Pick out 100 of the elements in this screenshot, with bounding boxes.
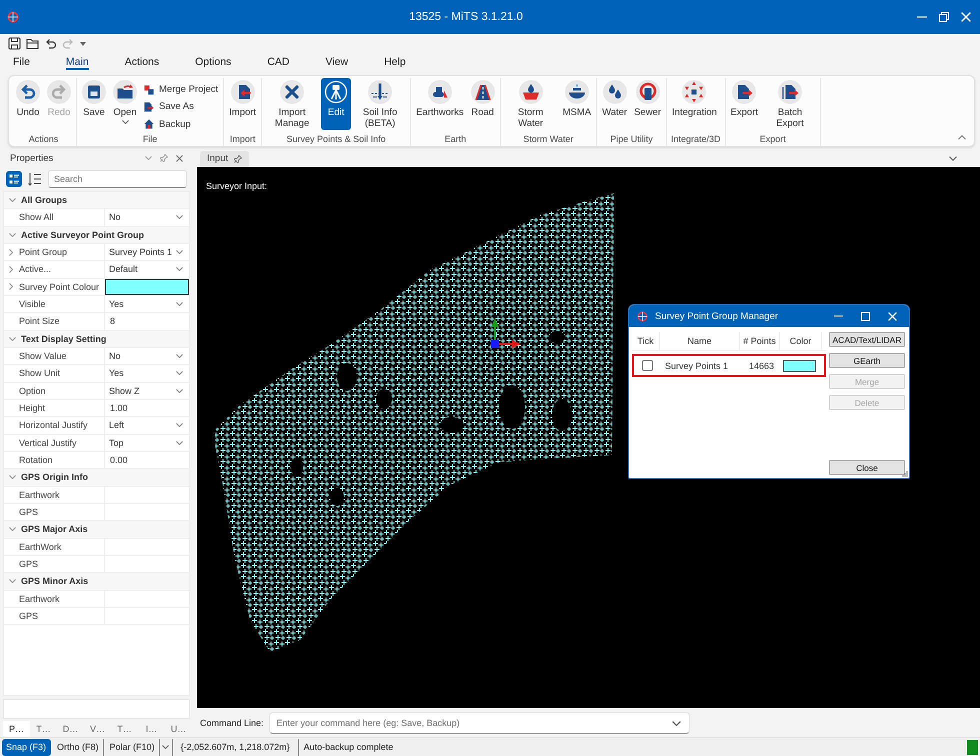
coordinates-text: {-2,052.607m, 1,218.072m}	[172, 738, 299, 756]
minimize-icon[interactable]	[834, 315, 843, 317]
edit-button[interactable]: Edit	[321, 78, 352, 130]
status-toggle[interactable]: Polar (F10)	[106, 738, 160, 756]
import-button[interactable]: Import	[226, 78, 260, 130]
panel-tab[interactable]: V…	[84, 721, 111, 737]
export-button[interactable]: Export	[728, 78, 762, 130]
property-dropdown[interactable]: Yes	[105, 365, 189, 382]
ribbon-tab[interactable]: Options	[195, 55, 232, 70]
ribbon-tab[interactable]: CAD	[267, 55, 290, 70]
panel-tab[interactable]: P…	[3, 721, 30, 737]
road-button[interactable]: Road	[468, 78, 498, 130]
save-as-button[interactable]: Save As	[141, 98, 222, 116]
integration-button[interactable]: Integration	[669, 78, 720, 130]
soil-info-button[interactable]: Soil Info (BETA)	[352, 78, 408, 130]
crossed-tools-icon	[280, 80, 304, 104]
status-toggle[interactable]: Snap (F3)	[2, 738, 52, 756]
property-dropdown[interactable]: Yes	[105, 296, 189, 312]
panel-tab[interactable]: D…	[57, 721, 84, 737]
storm-water-button[interactable]: Storm Water	[502, 78, 559, 130]
caret-icon[interactable]	[80, 42, 86, 46]
column-header[interactable]: Tick	[632, 332, 660, 350]
property-group-header[interactable]: GPS Origin Info	[4, 469, 189, 487]
panel-tab[interactable]: T…	[111, 721, 138, 737]
batch-export-button[interactable]: Batch Export	[762, 78, 818, 130]
ribbon-tab[interactable]: Main	[66, 55, 89, 70]
open-button[interactable]: Open	[110, 78, 140, 130]
sewer-button[interactable]: Sewer	[631, 78, 664, 130]
caret-icon	[176, 440, 183, 445]
backup-button[interactable]: Backup	[141, 116, 222, 133]
merge-project-button[interactable]: Merge Project	[141, 81, 222, 98]
sorted-list-icon[interactable]	[27, 171, 43, 187]
property-group-header[interactable]: GPS Minor Axis	[4, 573, 189, 591]
resize-grip-icon[interactable]	[902, 471, 908, 477]
chevron-down-icon[interactable]	[672, 720, 681, 726]
chevron-down-icon[interactable]	[949, 156, 957, 161]
close-button[interactable]: Close	[829, 460, 905, 475]
property-label: Active...	[19, 264, 52, 274]
ribbon-tab[interactable]: Help	[384, 55, 406, 70]
save-button[interactable]: Save	[79, 78, 109, 130]
property-dropdown[interactable]: No	[105, 209, 189, 226]
checkbox[interactable]	[642, 360, 652, 371]
swatch-icon[interactable]	[783, 360, 816, 372]
column-header[interactable]: Name	[660, 332, 740, 350]
water-drops-icon	[602, 80, 627, 104]
column-header[interactable]: # Points	[740, 332, 780, 350]
ribbon-tab[interactable]: Actions	[124, 55, 160, 70]
search-field[interactable]: Search	[48, 170, 187, 188]
chevron-down-icon	[9, 527, 16, 532]
water-button[interactable]: Water	[599, 78, 630, 130]
undo-button[interactable]: Undo	[13, 78, 43, 130]
property-dropdown[interactable]: Show Z	[105, 382, 189, 399]
ribbon-group-label: Export	[758, 133, 787, 146]
caret-icon[interactable]	[162, 745, 170, 749]
document-tab[interactable]: Input	[200, 150, 250, 166]
column-header[interactable]: Color	[780, 332, 822, 350]
panel-tab[interactable]: U…	[165, 721, 192, 737]
categorized-view-icon[interactable]	[6, 171, 22, 187]
maximize-icon[interactable]	[861, 312, 870, 320]
status-message: Auto-backup complete	[302, 742, 394, 752]
ribbon-tab[interactable]: File	[13, 55, 30, 70]
property-dropdown[interactable]: Top	[105, 434, 189, 451]
group-name: Survey Points 1	[664, 360, 730, 370]
property-group-header[interactable]: Active Surveyor Point Group	[4, 226, 189, 244]
close-icon[interactable]	[176, 154, 183, 162]
pin-icon[interactable]	[160, 154, 168, 162]
arrows-out-icon	[682, 80, 706, 104]
property-label: EarthWork	[19, 542, 62, 552]
property-group-header[interactable]: Text Display Setting	[4, 330, 189, 348]
window-title: 13525 - MiTS 3.1.21.0	[409, 11, 523, 23]
undo-icon[interactable]	[44, 37, 57, 50]
msma-button[interactable]: MSMA	[560, 78, 594, 130]
restore-icon[interactable]	[939, 12, 949, 22]
property-dropdown[interactable]: No	[105, 348, 189, 364]
ribbon-group-label: Storm Water	[522, 133, 574, 146]
chevron-down-icon	[9, 579, 16, 584]
panel-tab[interactable]: I…	[138, 721, 165, 737]
minimize-icon[interactable]	[917, 16, 927, 18]
ribbon-tab[interactable]: View	[325, 55, 348, 70]
caret-icon	[176, 354, 183, 358]
caret-icon	[176, 250, 183, 254]
collapse-ribbon-icon[interactable]	[958, 135, 966, 140]
panel-tab[interactable]: T…	[30, 721, 57, 737]
property-group-header[interactable]: All Groups	[4, 192, 189, 210]
import-manage-button[interactable]: Import Manage	[264, 78, 320, 130]
property-dropdown[interactable]: Survey Points 1	[105, 244, 189, 260]
save-icon[interactable]	[8, 37, 21, 50]
gearth-button[interactable]: GEarth	[829, 353, 905, 368]
acad-text-lidar-button[interactable]: ACAD/Text/LIDAR	[829, 332, 905, 347]
ribbon-group-label: Earth	[444, 133, 468, 146]
swatch-icon[interactable]	[105, 278, 189, 295]
ribbon-group-label: Import	[228, 133, 256, 146]
folder-icon[interactable]	[26, 37, 39, 50]
property-label: Show All	[19, 212, 54, 222]
property-dropdown[interactable]: Default	[105, 261, 189, 278]
status-toggle[interactable]: Ortho (F8)	[53, 738, 104, 756]
property-dropdown[interactable]: Left	[105, 417, 189, 434]
property-group-header[interactable]: GPS Major Axis	[4, 521, 189, 539]
command-field[interactable]: Enter your command here (eg: Save, Backup)	[268, 712, 690, 734]
earthworks-button[interactable]: Earthworks	[413, 78, 467, 130]
